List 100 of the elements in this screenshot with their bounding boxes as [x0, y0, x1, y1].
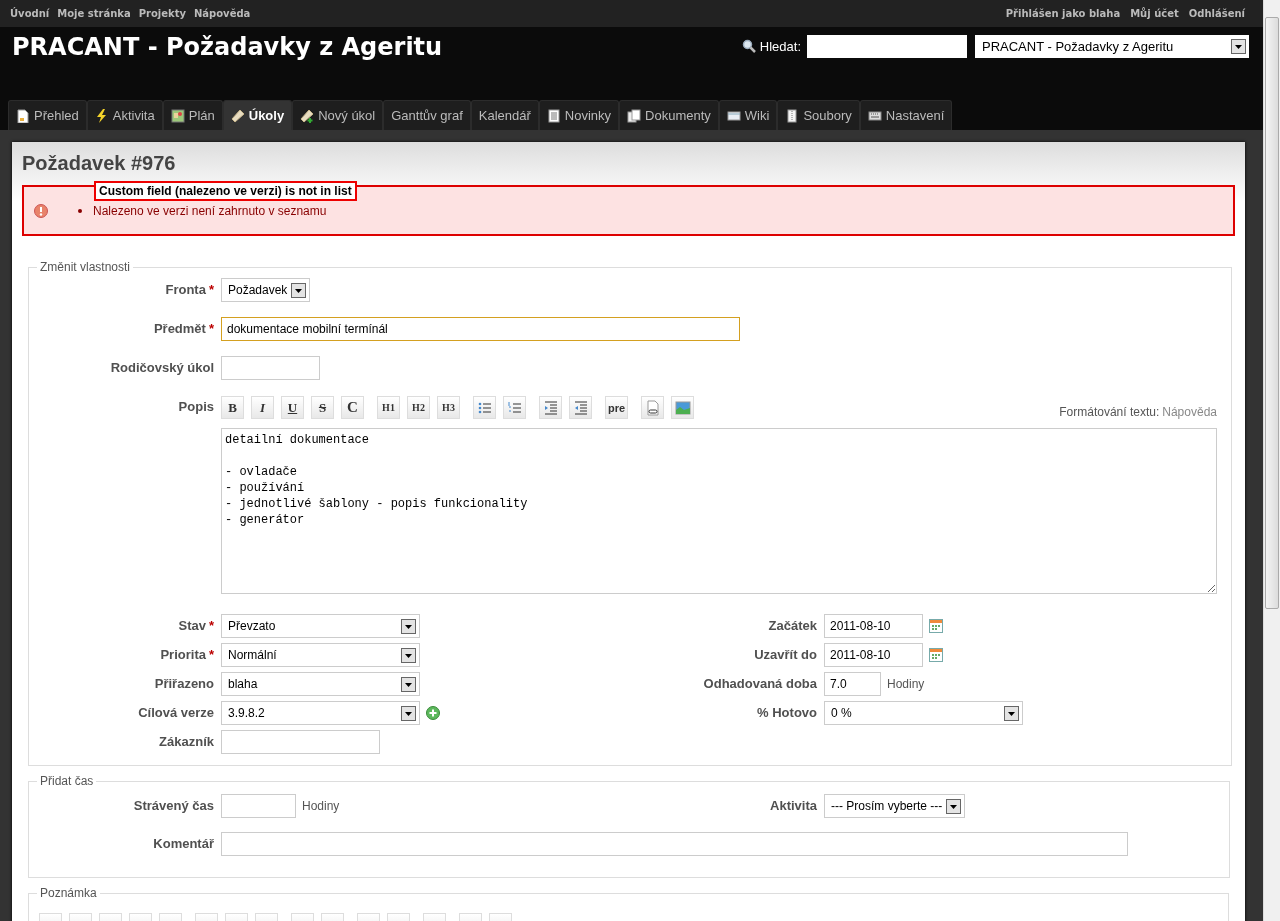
field-label: Zákazník [159, 734, 214, 749]
field-label: % Hotovo [757, 705, 817, 720]
search-label: Hledat: [759, 38, 801, 54]
image-icon [674, 399, 691, 416]
calendar-icon[interactable] [929, 648, 943, 662]
input-field[interactable] [221, 794, 296, 818]
tab[interactable]: Plán [162, 100, 223, 130]
tab[interactable]: Kalendář [470, 100, 539, 130]
tab[interactable]: Nastavení [859, 100, 953, 130]
toolbar-button[interactable]: I [251, 396, 274, 419]
project-dropdown[interactable]: PRACANT - Požadavky z Ageritu [975, 34, 1249, 58]
search-field[interactable] [807, 34, 967, 58]
toolbar-button[interactable] [503, 396, 526, 419]
tab[interactable]: Dokumenty [619, 100, 719, 130]
tab[interactable]: Novinky [538, 100, 620, 130]
tab[interactable]: Ganttův graf [383, 100, 471, 130]
calendar-icon[interactable] [929, 619, 943, 633]
fieldset-legend: Změnit vlastnosti [37, 260, 134, 274]
account-link[interactable]: Odhlášení [1188, 8, 1245, 19]
field-label: Aktivita [770, 798, 817, 813]
caret-icon [1004, 705, 1019, 721]
account-link[interactable]: Můj účet [1130, 8, 1179, 19]
field-label: Cílová verze [138, 705, 214, 720]
toolbar-button[interactable]: H2 [407, 396, 430, 419]
help-link[interactable]: Nápověda [1162, 405, 1217, 419]
field-label: Předmět [153, 321, 206, 336]
unit-label: Hodiny [302, 799, 340, 813]
fieldset-legend: Poznámka [37, 886, 100, 900]
field-label: Rodičovský úkol [110, 360, 214, 375]
toolbar-button[interactable]: pre [605, 396, 628, 419]
caret-icon [401, 676, 416, 692]
numbered-list-icon [506, 399, 523, 416]
required-mark: * [208, 618, 214, 633]
tab[interactable]: Soubory [777, 100, 860, 130]
menu-link[interactable]: Moje stránka [57, 8, 131, 19]
add-icon[interactable] [426, 706, 440, 720]
dropdown[interactable]: Normální [221, 643, 420, 667]
menu-link[interactable]: Nápověda [193, 8, 251, 19]
project-title: PRACANT - Požadavky z Ageritu [12, 32, 443, 62]
toolbar-button[interactable]: U [281, 396, 304, 419]
input-field[interactable]: dokumentace mobilní termínál [221, 317, 740, 341]
toolbar-button[interactable] [473, 396, 496, 419]
newspaper-icon [546, 108, 561, 123]
bullet-icon [78, 209, 82, 213]
tab[interactable]: Přehled [8, 100, 87, 130]
help-label: Formátování textu: [1059, 405, 1160, 419]
documents-icon [627, 108, 642, 123]
dropdown[interactable]: Převzato [221, 614, 420, 638]
scrollbar[interactable] [1263, 0, 1280, 921]
caret-icon [401, 647, 416, 663]
toolbar-button[interactable] [539, 396, 562, 419]
tab[interactable]: Nový úkol [292, 100, 384, 130]
date-field[interactable]: 2011-08-10 [824, 614, 923, 638]
error-message: Nalezeno ve verzi není zahrnuto v seznamu [93, 204, 327, 218]
tab[interactable]: Wiki [718, 100, 778, 130]
input-field[interactable] [221, 730, 380, 754]
field-label: Stav [178, 618, 206, 633]
input-field[interactable] [221, 832, 1128, 856]
field-label: Začátek [768, 618, 817, 633]
tab[interactable]: Aktivita [86, 100, 163, 130]
toolbar-button[interactable]: H3 [437, 396, 460, 419]
toolbar-button[interactable] [569, 396, 592, 419]
toolbar-button[interactable]: S [311, 396, 334, 419]
toolbar-button[interactable] [671, 396, 694, 419]
required-mark: * [208, 647, 214, 662]
search-icon [741, 39, 756, 53]
caret-icon [946, 798, 962, 814]
toolbar-button[interactable]: C [341, 396, 364, 419]
field-label: Strávený čas [133, 798, 214, 813]
zip-icon [785, 108, 800, 123]
field-label: Přiřazeno [154, 676, 214, 691]
outdent-icon [572, 399, 589, 416]
dropdown[interactable]: Požadavek [221, 278, 311, 302]
toolbar-button[interactable]: H1 [377, 396, 400, 419]
input-field[interactable] [221, 356, 320, 380]
dropdown[interactable]: blaha [221, 672, 420, 696]
required-mark: * [208, 282, 214, 297]
menu-link[interactable]: Úvodní [10, 8, 50, 19]
ticket-icon [230, 108, 245, 123]
fieldset-legend: Přidat čas [37, 774, 97, 788]
card-icon [726, 108, 741, 123]
date-field[interactable]: 2011-08-10 [824, 643, 923, 667]
issue-heading: Požadavek #976 [22, 151, 177, 176]
caret-icon [1231, 38, 1246, 54]
caret-icon [291, 282, 307, 298]
keyboard-icon [867, 108, 882, 123]
menu-link[interactable]: Projekty [138, 8, 186, 19]
caret-icon [401, 618, 416, 634]
dropdown[interactable]: --- Prosím vyberte --- [824, 794, 966, 818]
description-field[interactable]: detailní dokumentace - ovladače - používání - jednotlivé šablony - popis funkcionality - generátor [221, 428, 1217, 594]
map-icon [170, 108, 185, 123]
toolbar-button[interactable]: B [221, 396, 244, 419]
input-field[interactable]: 7.0 [824, 672, 881, 696]
dropdown[interactable]: 0 % [824, 701, 1023, 725]
field-label: Popis [178, 399, 214, 414]
error-tooltip: Custom field (nalezeno ve verzi) is not in list [94, 181, 357, 201]
dropdown[interactable]: 3.9.8.2 [221, 701, 420, 725]
toolbar-button[interactable] [641, 396, 664, 419]
ticket-add-icon [300, 108, 315, 123]
tab[interactable]: Úkoly [222, 100, 293, 130]
